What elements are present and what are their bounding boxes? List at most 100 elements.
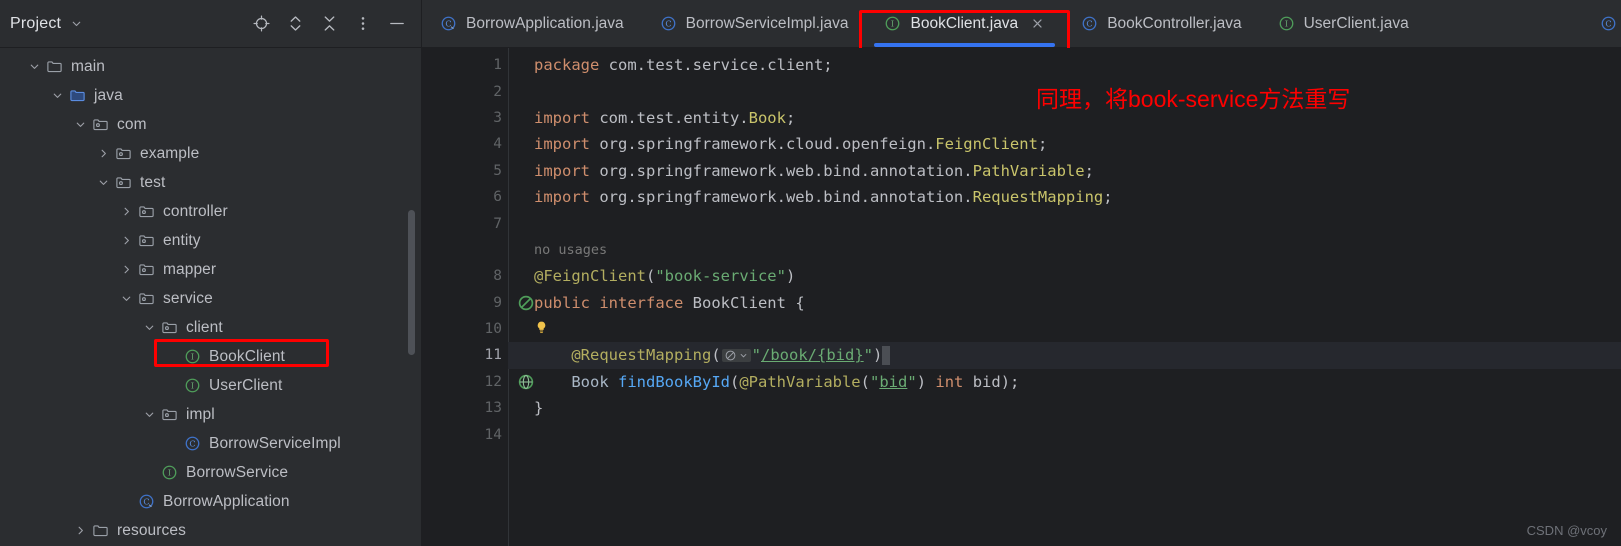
chevron-right-icon[interactable] [93, 144, 113, 164]
tree-item-com[interactable]: com [0, 110, 421, 139]
tree-item-label: mapper [163, 260, 217, 278]
editor-tab-userclient[interactable]: I UserClient.java [1260, 0, 1427, 47]
project-tree[interactable]: main java com example test controller entity ma… [0, 48, 421, 546]
package-icon [136, 289, 156, 309]
code-token: bid [972, 372, 1001, 391]
svg-text:I: I [1285, 20, 1288, 29]
code-line[interactable]: Book findBookById(@PathVariable(" bid ") i… [508, 369, 1621, 395]
more-options-icon[interactable] [353, 14, 373, 34]
close-icon[interactable] [1029, 16, 1045, 32]
chevron-down-icon[interactable] [47, 86, 67, 106]
inline-url-widget-icon[interactable] [721, 348, 751, 362]
chevron-right-icon[interactable] [116, 202, 136, 222]
code-line[interactable]: @FeignClient("book-service") [508, 263, 1621, 289]
tree-item-impl[interactable]: impl [0, 400, 421, 429]
editor-gutter[interactable]: 1 2 3 4 5 6 7 8 9 10 11 12 13 14 [422, 48, 534, 546]
code-token: " [870, 372, 880, 391]
code-token: BookClient [692, 293, 786, 312]
editor-tab-bookclient[interactable]: I BookClient.java [866, 0, 1063, 47]
gutter-line [422, 237, 508, 263]
code-line[interactable] [508, 421, 1621, 447]
code-token: " [907, 372, 917, 391]
locate-target-icon[interactable] [251, 14, 271, 34]
code-line[interactable]: @RequestMapping("/book/{bid} ") [508, 342, 1621, 369]
tree-item-entity[interactable]: entity [0, 226, 421, 255]
code-line[interactable]: package com.test.service.client; [508, 52, 1621, 78]
code-editor[interactable]: 1 2 3 4 5 6 7 8 9 10 11 12 13 14 package com.test.ser… [422, 48, 1621, 546]
editor-code-content[interactable]: package com.test.service.client; import c… [508, 48, 1621, 546]
code-token: org.springframework.web.bind.annotation. [599, 161, 973, 180]
tree-item-main[interactable]: main [0, 52, 421, 81]
class-icon[interactable]: C [1600, 0, 1621, 47]
chevron-right-icon[interactable] [116, 231, 136, 251]
editor-tab-borrowapplication[interactable]: C BorrowApplication.java [422, 0, 642, 47]
tree-item-borrowapplication[interactable]: C BorrowApplication [0, 487, 421, 516]
code-line[interactable]: } [508, 395, 1621, 421]
chevron-down-icon[interactable] [70, 115, 90, 135]
line-number: 13 [484, 400, 502, 417]
editor-tab-borrowserviceimpl[interactable]: C BorrowServiceImpl.java [642, 0, 867, 47]
tree-item-resources[interactable]: resources [0, 516, 421, 545]
hide-panel-icon[interactable] [387, 14, 407, 34]
svg-text:C: C [1605, 19, 1611, 29]
tree-item-mapper[interactable]: mapper [0, 255, 421, 284]
chevron-down-icon[interactable] [93, 173, 113, 193]
chevron-down-icon[interactable] [116, 289, 136, 309]
code-token: " [751, 346, 761, 365]
tree-item-example[interactable]: example [0, 139, 421, 168]
gutter-line: 1 [422, 52, 508, 78]
code-line[interactable]: public interface BookClient { [508, 290, 1621, 316]
gutter-line: 2 [422, 78, 508, 104]
source-root-folder-icon [67, 86, 87, 106]
code-line[interactable]: import org.springframework.web.bind.anno… [508, 158, 1621, 184]
project-panel-header: Project [0, 0, 421, 48]
chevron-down-icon[interactable] [139, 405, 159, 425]
tree-item-label: main [71, 57, 105, 75]
line-number: 11 [484, 347, 502, 364]
chevron-right-icon[interactable] [70, 521, 90, 541]
tree-item-label: example [140, 144, 200, 162]
package-icon [113, 144, 133, 164]
chevron-right-icon[interactable] [116, 260, 136, 280]
code-line[interactable]: import org.springframework.cloud.openfei… [508, 131, 1621, 157]
code-token: int [935, 372, 973, 391]
chevron-down-icon[interactable] [24, 57, 44, 77]
gutter-line: 12 [422, 369, 534, 395]
tree-item-borrowserviceimpl[interactable]: C BorrowServiceImpl [0, 429, 421, 458]
intention-bulb-icon[interactable] [534, 320, 550, 336]
svg-text:I: I [891, 20, 894, 29]
code-line[interactable] [508, 316, 1621, 342]
gutter-line: 13 [422, 395, 508, 421]
tree-item-client[interactable]: client [0, 313, 421, 342]
gutter-line: 4 [422, 131, 508, 157]
code-token: RequestMapping [972, 188, 1104, 207]
tree-item-bookclient[interactable]: I BookClient [0, 342, 421, 371]
editor-pane: C BorrowApplication.java C BorrowServiceImp… [422, 0, 1621, 546]
tree-item-java[interactable]: java [0, 81, 421, 110]
tree-item-borrowservice[interactable]: I BorrowService [0, 458, 421, 487]
expand-all-icon[interactable] [285, 14, 305, 34]
chevron-down-icon[interactable] [139, 318, 159, 338]
tree-item-label: client [186, 318, 223, 336]
class-icon: C [660, 15, 677, 32]
svg-text:C: C [1087, 19, 1093, 29]
editor-tab-bookcontroller[interactable]: C BookController.java [1063, 0, 1259, 47]
code-token: /book/{bid} [761, 346, 864, 365]
red-annotation-note: 同理，将book-service方法重写 [1036, 86, 1351, 112]
tree-item-test[interactable]: test [0, 168, 421, 197]
code-line[interactable] [508, 210, 1621, 236]
editor-tabbar[interactable]: C BorrowApplication.java C BorrowServiceImp… [422, 0, 1621, 60]
tree-item-userclient[interactable]: I UserClient [0, 371, 421, 400]
collapse-all-icon[interactable] [319, 14, 339, 34]
class-icon: C [182, 434, 202, 454]
code-token: import [534, 161, 600, 180]
tree-item-label: controller [163, 202, 228, 220]
sidebar-scrollbar[interactable] [408, 210, 415, 355]
tree-item-controller[interactable]: controller [0, 197, 421, 226]
chevron-down-icon[interactable] [70, 17, 83, 30]
code-line[interactable]: import org.springframework.web.bind.anno… [508, 184, 1621, 210]
gutter-line: 6 [422, 184, 508, 210]
tree-item-service[interactable]: service [0, 284, 421, 313]
code-line[interactable]: no usages [508, 237, 1621, 263]
